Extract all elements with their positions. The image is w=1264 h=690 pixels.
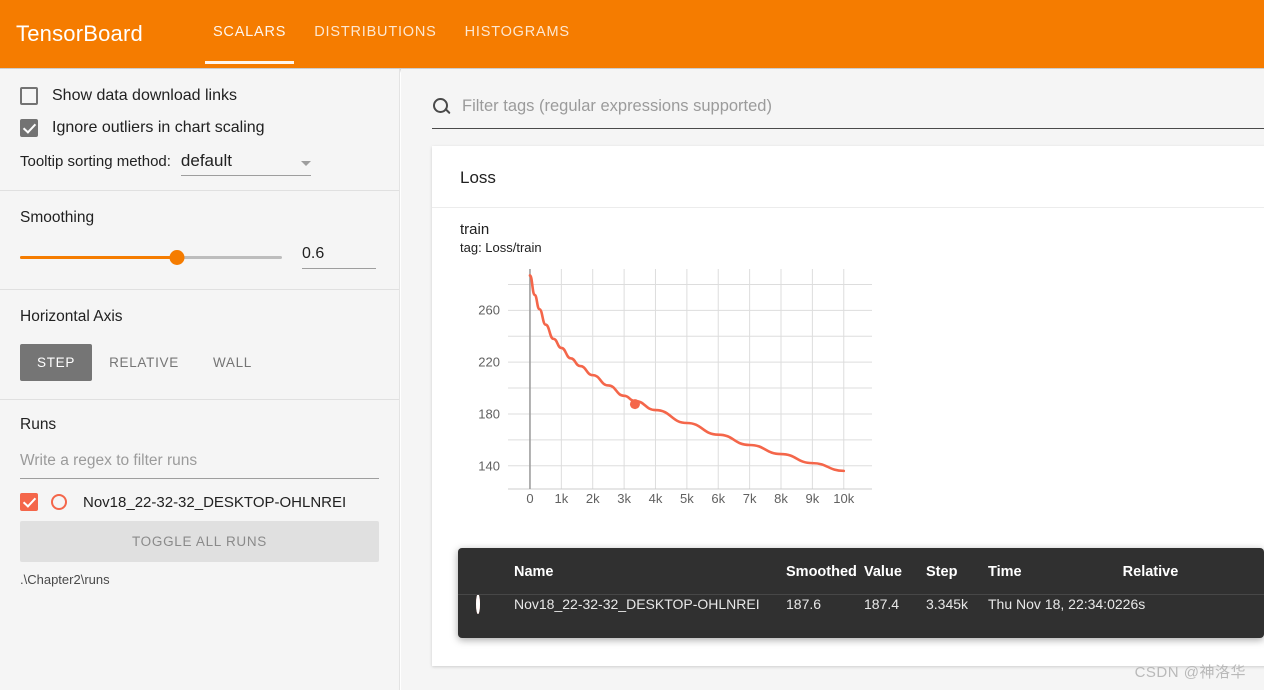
- tag-filter-input[interactable]: Filter tags (regular expressions support…: [462, 97, 772, 116]
- tab-scalars[interactable]: SCALARS: [199, 0, 300, 68]
- ignore-outliers-label: Ignore outliers in chart scaling: [52, 119, 265, 136]
- smoothing-section: Smoothing 0.6: [0, 191, 399, 289]
- tensorboard-app: TensorBoard SCALARS DISTRIBUTIONS HISTOG…: [0, 0, 1264, 690]
- x-tick-label: 4k: [648, 491, 663, 506]
- tooltip-sorting-value: default: [180, 151, 232, 170]
- show-download-links-label: Show data download links: [52, 87, 238, 104]
- axis-option-wall[interactable]: WALL: [196, 344, 269, 381]
- x-tick-label: 7k: [742, 491, 757, 506]
- main-tabs: SCALARS DISTRIBUTIONS HISTOGRAMS: [199, 0, 584, 68]
- tooltip-col-time: Time: [988, 564, 1022, 580]
- runs-path-label: .\Chapter2\runs: [20, 572, 110, 587]
- x-tick-label: 5k: [679, 491, 694, 506]
- tag-filter-bar[interactable]: Filter tags (regular expressions support…: [432, 85, 1264, 129]
- tab-histograms[interactable]: HISTOGRAMS: [451, 0, 584, 68]
- tooltip-col-relative: Relative: [1122, 564, 1179, 580]
- brand-title: TensorBoard: [16, 21, 143, 46]
- checkbox-icon[interactable]: [20, 87, 38, 105]
- horizontal-axis-options: STEP RELATIVE WALL: [20, 344, 379, 381]
- y-tick-label: 260: [478, 302, 500, 318]
- chevron-down-icon: [300, 161, 311, 166]
- smoothing-heading: Smoothing: [20, 209, 95, 226]
- x-tick-label: 9k: [805, 491, 820, 506]
- run-name-label: Nov18_22-32-32_DESKTOP-OHLNREI: [83, 493, 347, 511]
- tooltip-col-value: Value: [864, 564, 902, 580]
- chart-container: train tag: Loss/train 140 180 220 260 0 1k 2k…: [432, 208, 1264, 515]
- watermark: CSDN @神洛华: [1134, 664, 1246, 681]
- series-name-label: train: [460, 221, 490, 238]
- x-tick-label: 6k: [711, 491, 726, 506]
- x-tick-label: 8k: [774, 491, 788, 506]
- runs-filter-input[interactable]: Write a regex to filter runs: [20, 452, 379, 479]
- chart-svg: [508, 269, 872, 490]
- tab-distributions[interactable]: DISTRIBUTIONS: [300, 0, 450, 68]
- show-download-links-row[interactable]: Show data download links: [20, 87, 379, 105]
- top-app-bar: TensorBoard SCALARS DISTRIBUTIONS HISTOG…: [0, 0, 1264, 68]
- runs-heading: Runs: [20, 416, 57, 433]
- x-tick-label: 0: [526, 491, 534, 506]
- card-title: Loss: [460, 168, 496, 187]
- y-tick-label: 220: [478, 354, 500, 370]
- chart-tooltip: Name Smoothed Value Step Time Relative N…: [458, 548, 1264, 638]
- x-axis-ticks: 0 1k 2k 3k 4k 5k 6k 7k 8k 9k 10k: [460, 491, 880, 513]
- tooltip-col-dot: [458, 548, 514, 590]
- series-tag-label: tag: Loss/train: [460, 240, 542, 255]
- checkbox-checked-icon[interactable]: [20, 119, 38, 137]
- tooltip-table: Name Smoothed Value Step Time Relative N…: [458, 548, 1264, 614]
- tooltip-sorting-select[interactable]: default: [180, 151, 311, 176]
- slider-thumb[interactable]: [169, 249, 185, 265]
- x-tick-label: 2k: [585, 491, 600, 506]
- y-tick-label: 180: [478, 406, 500, 422]
- run-checkbox-icon[interactable]: [20, 493, 38, 511]
- tooltip-sorting-row: Tooltip sorting method: default: [20, 151, 379, 176]
- tooltip-header-row: Name Smoothed Value Step Time Relative: [458, 548, 1264, 590]
- display-options-section: Show data download links Ignore outliers…: [0, 69, 399, 190]
- run-item[interactable]: Nov18_22-32-32_DESKTOP-OHLNREI: [20, 493, 379, 511]
- search-icon: [432, 97, 452, 117]
- settings-sidebar: Show data download links Ignore outliers…: [0, 69, 400, 690]
- toggle-all-runs-button[interactable]: TOGGLE ALL RUNS: [20, 521, 379, 562]
- x-tick-label: 10k: [833, 491, 855, 506]
- smoothing-slider[interactable]: [20, 249, 282, 265]
- slider-fill: [20, 255, 178, 259]
- smoothing-value-input[interactable]: 0.6: [302, 245, 376, 269]
- tooltip-col-smoothed: Smoothed: [786, 564, 857, 580]
- axis-option-step[interactable]: STEP: [20, 344, 93, 381]
- ignore-outliers-row[interactable]: Ignore outliers in chart scaling: [20, 119, 379, 137]
- run-color-dot-icon: [51, 494, 67, 510]
- runs-section: Runs Write a regex to filter runs Nov18_…: [0, 400, 399, 601]
- smoothing-row: 0.6: [20, 245, 379, 269]
- horizontal-axis-heading: Horizontal Axis: [20, 308, 123, 325]
- tooltip-col-step: Step: [926, 564, 958, 580]
- x-tick-label: 1k: [554, 491, 569, 506]
- axis-option-relative[interactable]: RELATIVE: [92, 344, 196, 381]
- run-color-dot-icon: [476, 594, 480, 614]
- horizontal-axis-section: Horizontal Axis STEP RELATIVE WALL: [0, 290, 399, 399]
- tooltip-sorting-label: Tooltip sorting method:: [20, 153, 171, 170]
- y-tick-label: 140: [478, 458, 500, 474]
- tooltip-col-name: Name: [514, 564, 554, 580]
- line-chart[interactable]: 140 180 220 260 0 1k 2k 3k 4k 5k 6k 7k 8k 9k 10k: [460, 265, 880, 515]
- tooltip-header-divider: [458, 594, 1264, 595]
- x-tick-label: 3k: [617, 491, 631, 506]
